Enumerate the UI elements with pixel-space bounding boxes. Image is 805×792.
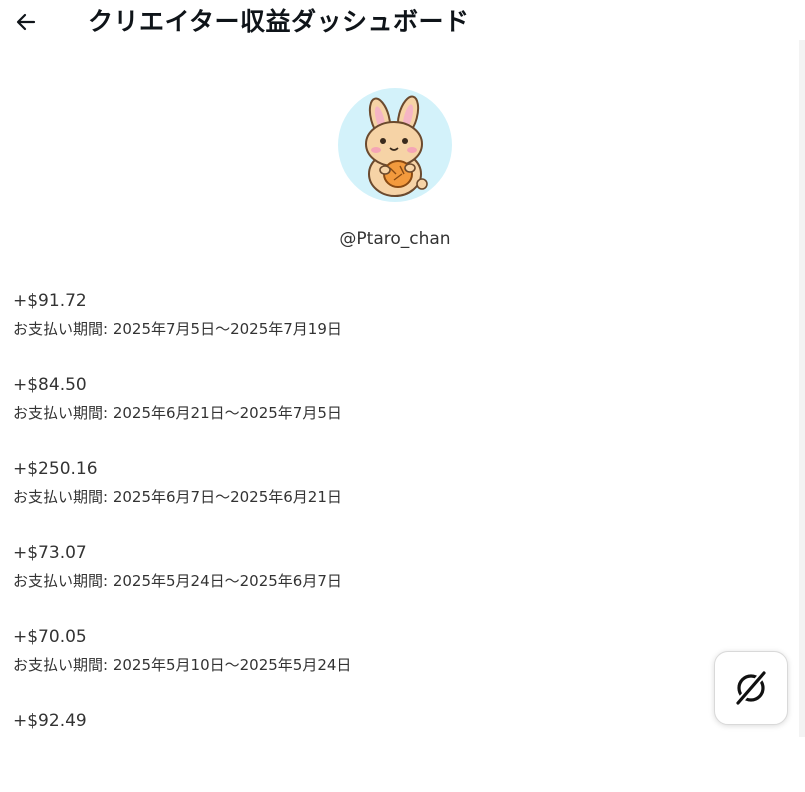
payout-item: +$250.16 お支払い期間: 2025年6月7日〜2025年6月21日 bbox=[13, 456, 713, 540]
grok-slash-icon bbox=[735, 670, 767, 706]
payout-item: +$70.05 お支払い期間: 2025年5月10日〜2025年5月24日 bbox=[13, 624, 713, 708]
back-button[interactable] bbox=[10, 6, 42, 38]
payout-amount: +$91.72 bbox=[13, 291, 87, 311]
payout-item: +$84.50 お支払い期間: 2025年6月21日〜2025年7月5日 bbox=[13, 372, 713, 456]
payout-period: お支払い期間: 2025年6月7日〜2025年6月21日 bbox=[13, 488, 342, 506]
scrollbar-track bbox=[799, 40, 805, 737]
payout-period: お支払い期間: 2025年6月21日〜2025年7月5日 bbox=[13, 404, 342, 422]
payout-period: お支払い期間: 2025年5月24日〜2025年6月7日 bbox=[13, 572, 342, 590]
payout-amount: +$73.07 bbox=[13, 543, 87, 563]
payout-amount: +$92.49 bbox=[13, 711, 87, 731]
payout-item: +$92.49 bbox=[13, 708, 713, 792]
payout-item: +$73.07 お支払い期間: 2025年5月24日〜2025年6月7日 bbox=[13, 540, 713, 624]
payout-amount: +$84.50 bbox=[13, 375, 87, 395]
page-title: クリエイター収益ダッシュボード bbox=[88, 7, 470, 36]
user-handle: @Ptaro_chan bbox=[339, 229, 451, 249]
payout-period: お支払い期間: 2025年7月5日〜2025年7月19日 bbox=[13, 320, 342, 338]
header: クリエイター収益ダッシュボード bbox=[0, 0, 805, 48]
payout-item: +$91.72 お支払い期間: 2025年7月5日〜2025年7月19日 bbox=[13, 288, 713, 372]
payout-list: +$91.72 お支払い期間: 2025年7月5日〜2025年7月19日 +$8… bbox=[13, 288, 713, 792]
payout-amount: +$250.16 bbox=[13, 459, 98, 479]
arrow-left-icon bbox=[16, 13, 36, 31]
profile-section: @Ptaro_chan bbox=[0, 88, 790, 250]
avatar[interactable] bbox=[338, 88, 452, 202]
payout-amount: +$70.05 bbox=[13, 627, 87, 647]
grok-button[interactable] bbox=[714, 651, 788, 725]
payout-period: お支払い期間: 2025年5月10日〜2025年5月24日 bbox=[13, 656, 352, 674]
bunny-avatar-icon bbox=[365, 95, 428, 197]
